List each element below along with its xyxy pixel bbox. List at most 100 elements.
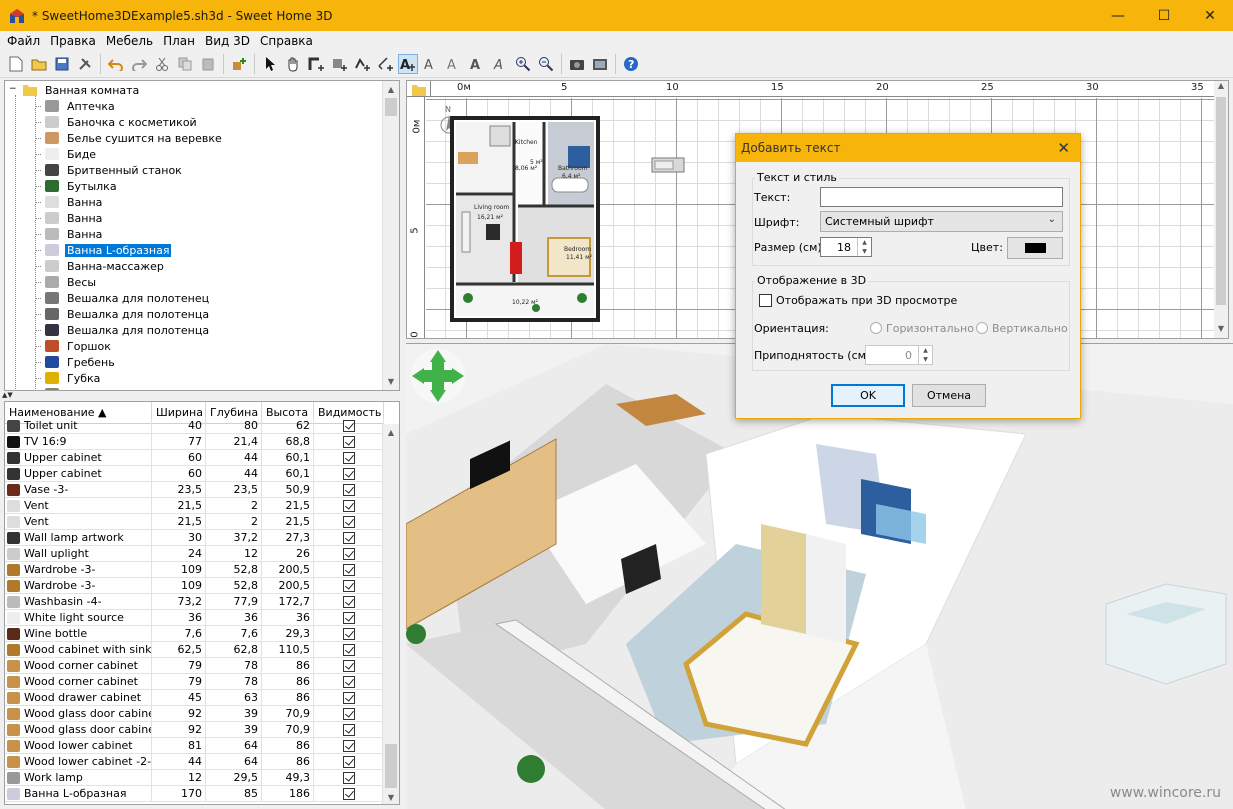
table-row[interactable]: Wood lower cabinet -2- 44 64 86 (5, 754, 384, 770)
catalog-item[interactable]: Ванна L-образная (35, 242, 172, 258)
catalog-item[interactable]: Аптечка (35, 98, 117, 114)
catalog-item[interactable]: Горшок (35, 338, 113, 354)
splitter-arrows-icon[interactable]: ▲▼ (2, 391, 13, 399)
show-in-3d-checkbox[interactable] (759, 294, 772, 307)
table-row[interactable]: Upper cabinet 60 44 60,1 (5, 450, 384, 466)
catalog-item[interactable]: Гребень (35, 354, 117, 370)
menu-help[interactable]: Справка (255, 34, 318, 48)
table-row[interactable]: Wall lamp artwork 30 37,2 27,3 (5, 530, 384, 546)
visibility-checkbox[interactable] (342, 499, 355, 512)
floor-plan-drawing[interactable] (450, 116, 600, 322)
visibility-checkbox[interactable] (342, 675, 355, 688)
open-folder-icon[interactable] (29, 54, 49, 74)
catalog-item[interactable]: Вешалка для полотенца (35, 322, 211, 338)
preferences-icon[interactable] (75, 54, 95, 74)
text-input[interactable] (820, 187, 1063, 207)
zoom-in-icon[interactable] (513, 54, 533, 74)
cancel-button[interactable]: Отмена (912, 384, 986, 407)
scroll-up-arrow-icon[interactable]: ▲ (1214, 81, 1228, 97)
paste-icon[interactable] (198, 54, 218, 74)
selected-bathtub-in-plan[interactable] (651, 157, 685, 173)
menu-edit[interactable]: Правка (45, 34, 101, 48)
spin-down-icon[interactable]: ▼ (923, 356, 928, 363)
add-text-icon[interactable]: A (398, 54, 418, 74)
visibility-checkbox[interactable] (342, 419, 355, 432)
table-row[interactable]: Washbasin -4- 73,2 77,9 172,7 (5, 594, 384, 610)
visibility-checkbox[interactable] (342, 755, 355, 768)
visibility-checkbox[interactable] (342, 547, 355, 560)
table-row[interactable]: Wood corner cabinet 79 78 86 (5, 674, 384, 690)
create-photo-icon[interactable] (567, 54, 587, 74)
zoom-out-icon[interactable] (536, 54, 556, 74)
table-row[interactable]: Wood glass door cabinet 92 39 70,9 (5, 706, 384, 722)
scroll-thumb[interactable] (385, 98, 397, 116)
spin-up-icon[interactable]: ▲ (923, 347, 928, 354)
visibility-checkbox[interactable] (342, 451, 355, 464)
table-row[interactable]: White light source 36 36 36 (5, 610, 384, 626)
visibility-checkbox[interactable] (342, 707, 355, 720)
create-dimensions-icon[interactable] (375, 54, 395, 74)
create-polylines-icon[interactable] (352, 54, 372, 74)
create-rooms-icon[interactable] (329, 54, 349, 74)
table-row[interactable]: Vent 21,5 2 21,5 (5, 514, 384, 530)
catalog-item[interactable]: Вешалка для полотенца (35, 306, 211, 322)
save-icon[interactable] (52, 54, 72, 74)
create-video-icon[interactable] (590, 54, 610, 74)
ok-button[interactable]: OK (831, 384, 905, 407)
table-row[interactable]: Wall uplight 24 12 26 (5, 546, 384, 562)
catalog-item[interactable]: Вешалка для полотенец (35, 290, 211, 306)
visibility-checkbox[interactable] (342, 467, 355, 480)
add-furniture-icon[interactable] (229, 54, 249, 74)
scroll-down-arrow-icon[interactable]: ▼ (383, 373, 399, 390)
create-walls-icon[interactable] (306, 54, 326, 74)
visibility-checkbox[interactable] (342, 691, 355, 704)
table-row[interactable]: TV 16:9 77 21,4 68,8 (5, 434, 384, 450)
table-scrollbar[interactable]: ▲ ▼ (382, 424, 399, 804)
maximize-button[interactable]: ☐ (1141, 0, 1187, 31)
scroll-thumb[interactable] (385, 744, 397, 788)
visibility-checkbox[interactable] (342, 739, 355, 752)
spin-down-icon[interactable]: ▼ (862, 248, 867, 255)
menu-furniture[interactable]: Мебель (101, 34, 158, 48)
table-row[interactable]: Ванна L-образная 170 85 186 (5, 786, 384, 802)
visibility-checkbox[interactable] (342, 531, 355, 544)
color-button[interactable] (1007, 237, 1063, 259)
visibility-checkbox[interactable] (342, 563, 355, 576)
bold-text-icon[interactable]: A (467, 54, 487, 74)
vertical-radio[interactable] (976, 322, 988, 334)
table-row[interactable]: Wood lower cabinet 81 64 86 (5, 738, 384, 754)
menu-plan[interactable]: План (158, 34, 200, 48)
scroll-up-arrow-icon[interactable]: ▲ (383, 81, 399, 98)
catalog-item[interactable]: Ванна (35, 226, 104, 242)
visibility-checkbox[interactable] (342, 515, 355, 528)
table-row[interactable]: Wardrobe -3- 109 52,8 200,5 (5, 578, 384, 594)
visibility-checkbox[interactable] (342, 787, 355, 800)
catalog-item[interactable]: Ванна (35, 210, 104, 226)
elevation-spinner[interactable]: 0 ▲ ▼ (865, 345, 933, 365)
select-arrow-icon[interactable] (260, 54, 280, 74)
table-row[interactable]: Wood corner cabinet 79 78 86 (5, 658, 384, 674)
scroll-down-arrow-icon[interactable]: ▼ (383, 789, 399, 804)
catalog-item[interactable]: Баночка с косметикой (35, 114, 199, 130)
spin-up-icon[interactable]: ▲ (862, 239, 867, 246)
panel-splitter[interactable]: ▲▼ (0, 391, 402, 401)
furniture-catalog-tree[interactable]: − Ванная комната Аптечка Баночка с космет… (4, 80, 400, 391)
visibility-checkbox[interactable] (342, 723, 355, 736)
tree-category-bathroom[interactable]: − Ванная комната (9, 82, 141, 98)
visibility-checkbox[interactable] (342, 627, 355, 640)
visibility-checkbox[interactable] (342, 579, 355, 592)
scroll-up-arrow-icon[interactable]: ▲ (383, 424, 399, 441)
catalog-scrollbar[interactable]: ▲ ▼ (382, 81, 399, 390)
table-row[interactable]: Upper cabinet 60 44 60,1 (5, 466, 384, 482)
table-row[interactable]: Wine bottle 7,6 7,6 29,3 (5, 626, 384, 642)
menu-file[interactable]: Файл (2, 34, 45, 48)
horizontal-radio[interactable] (870, 322, 882, 334)
size-spinner[interactable]: 18 ▲ ▼ (820, 237, 872, 257)
help-icon[interactable]: ? (621, 54, 641, 74)
visibility-checkbox[interactable] (342, 659, 355, 672)
new-file-icon[interactable] (6, 54, 26, 74)
furniture-table[interactable]: Наименование ▲ Ширина Глубина Высота Вид… (4, 401, 400, 805)
visibility-checkbox[interactable] (342, 595, 355, 608)
copy-icon[interactable] (175, 54, 195, 74)
table-row[interactable]: Work lamp 12 29,5 49,3 (5, 770, 384, 786)
